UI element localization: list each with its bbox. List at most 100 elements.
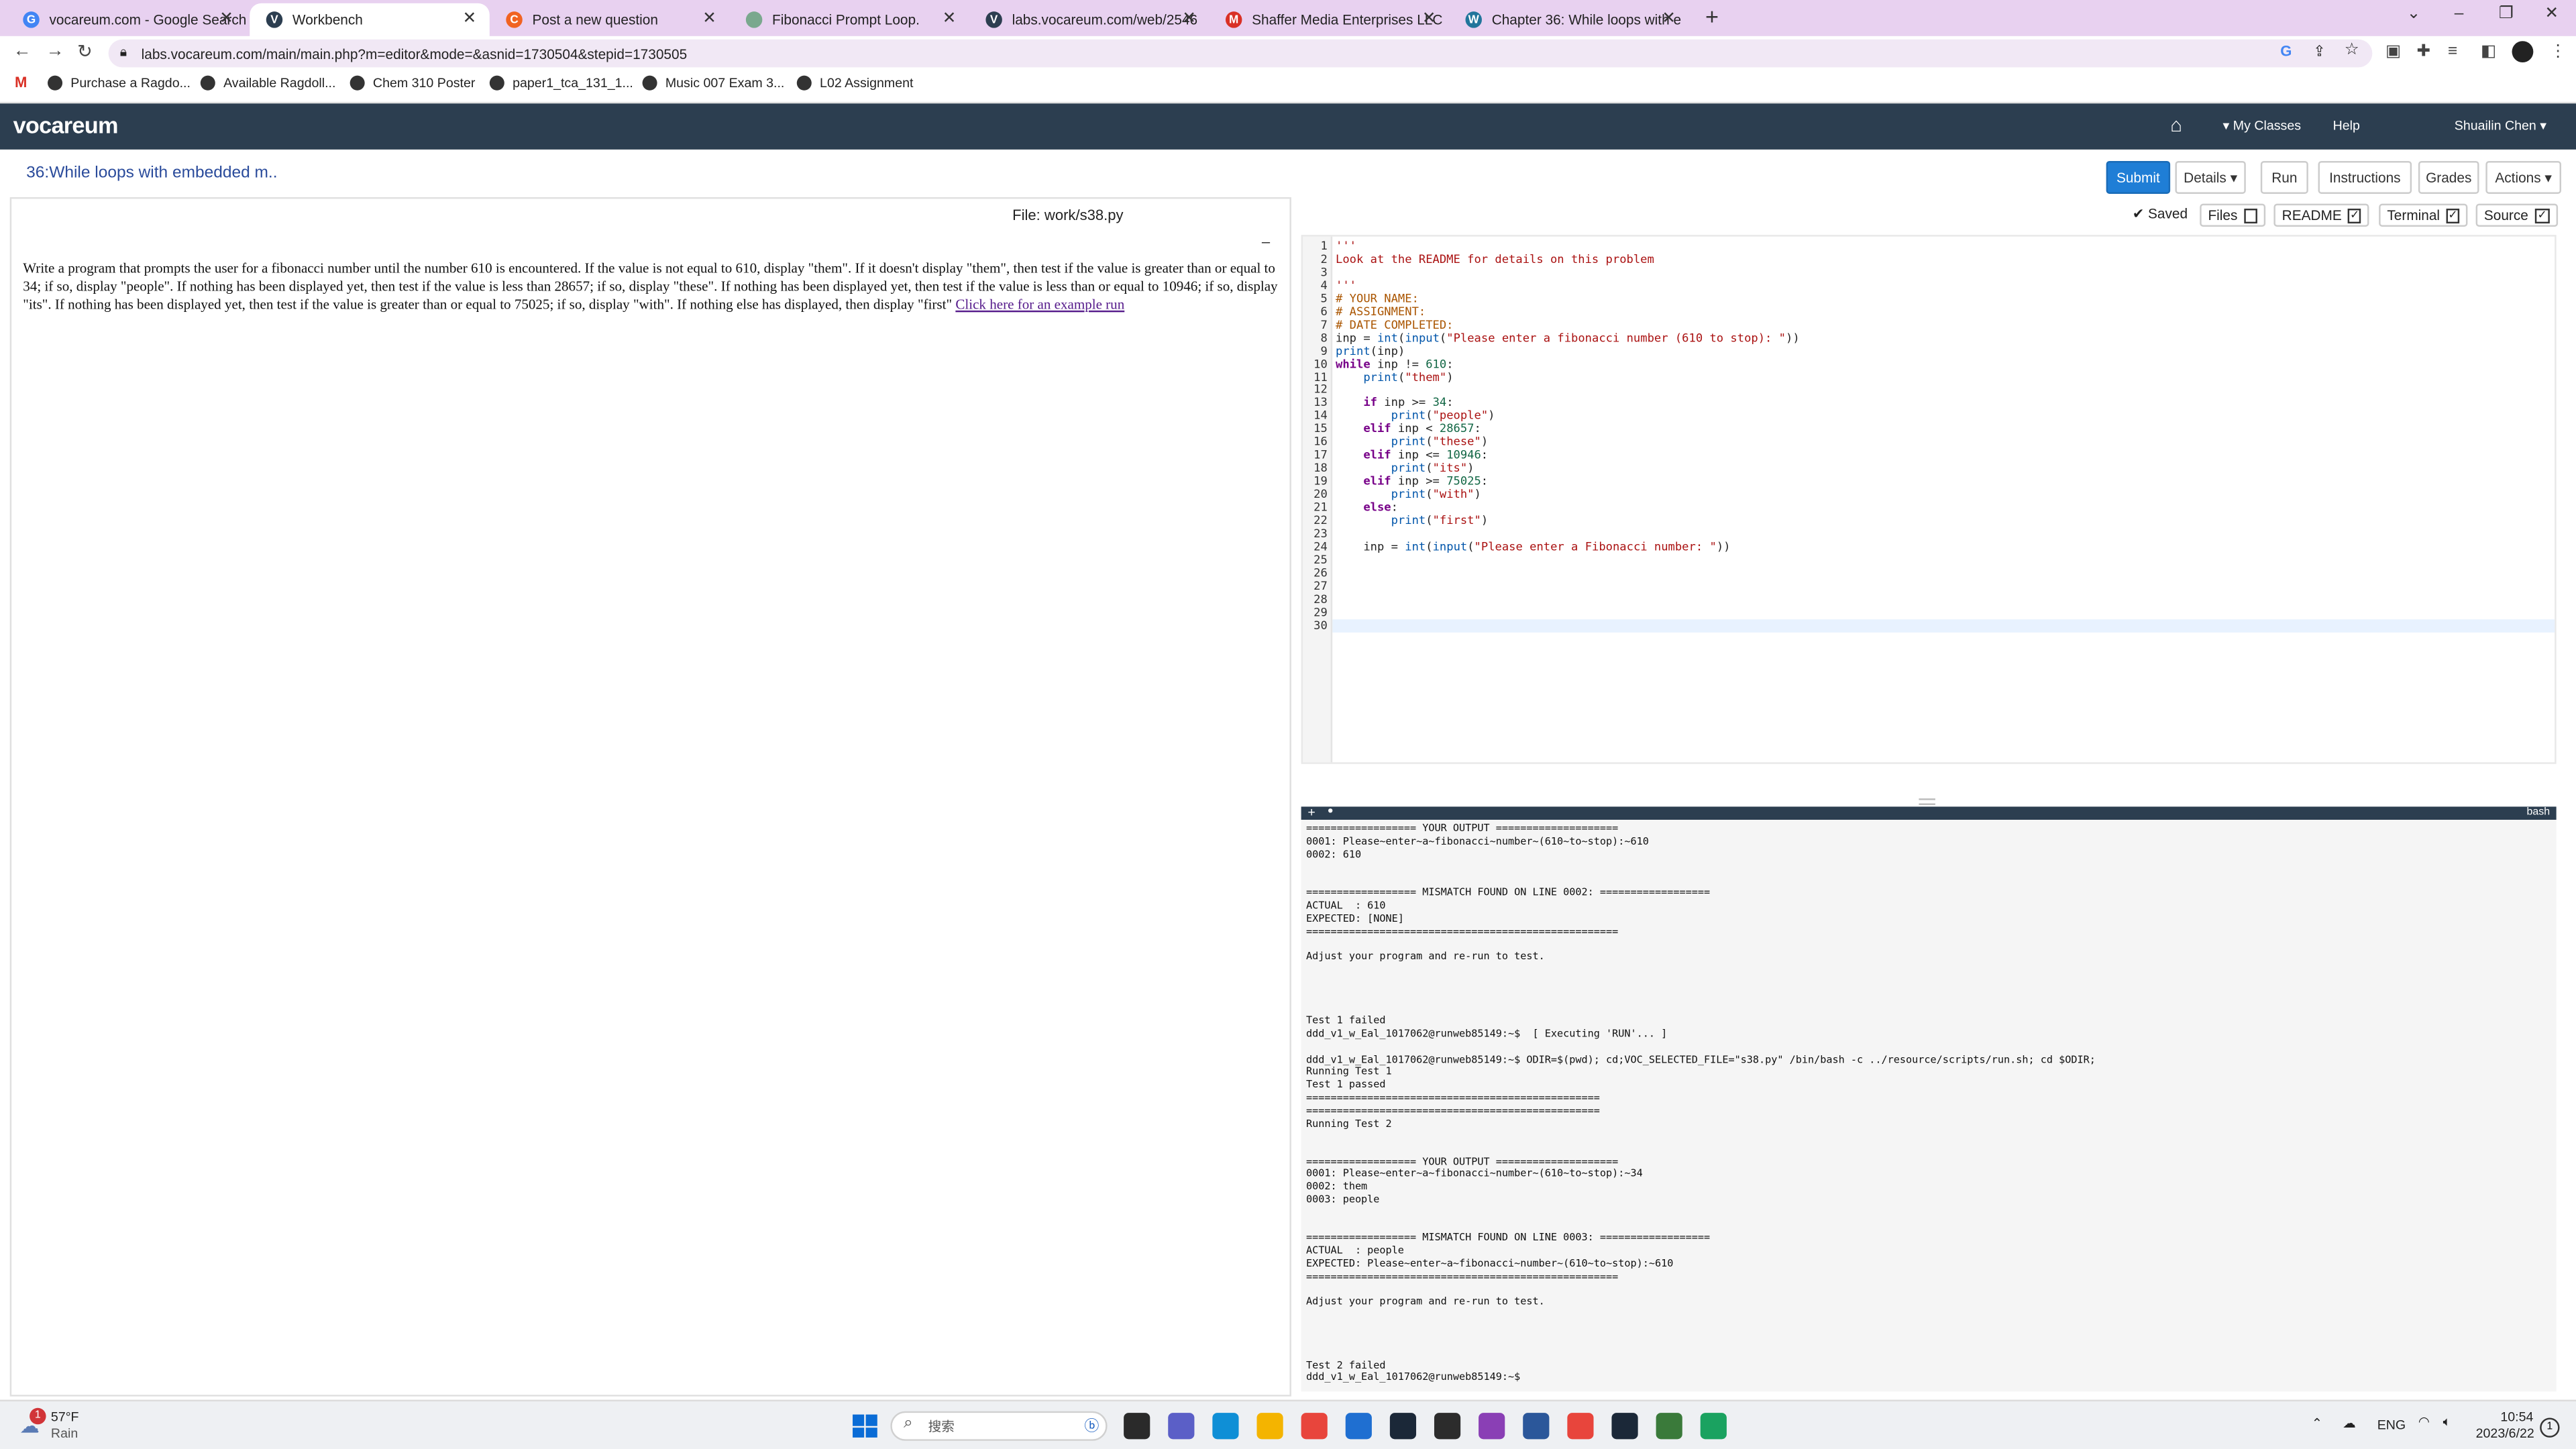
extension-icon[interactable]: ▣ bbox=[2385, 43, 2401, 61]
details-dropdown[interactable]: Details ▾ bbox=[2175, 161, 2246, 194]
language-indicator[interactable]: ENG bbox=[2377, 1417, 2406, 1432]
steam-icon[interactable] bbox=[1389, 1413, 1417, 1440]
store-icon[interactable] bbox=[1345, 1413, 1372, 1440]
my-classes-dropdown[interactable]: ▾ My Classes bbox=[2222, 118, 2301, 133]
volume-icon[interactable]: 🔈︎ bbox=[2443, 1415, 2451, 1431]
terminal-dot-icon[interactable]: ● bbox=[1328, 806, 1334, 816]
notification-badge[interactable]: 1 bbox=[2540, 1417, 2560, 1438]
code-editor[interactable]: 1 2 3 4 5 6 7 8 9 10 11 12 13 14 15 16 17 18 19 20 21 22 23 24 2… bbox=[1301, 235, 2557, 764]
example-run-link[interactable]: Click here for an example run bbox=[955, 296, 1124, 312]
source-toggle[interactable]: Source ✓ bbox=[2475, 203, 2559, 227]
pane-splitter[interactable] bbox=[1919, 798, 1935, 806]
close-tab-icon[interactable]: ✕ bbox=[1662, 10, 1676, 28]
word-icon[interactable] bbox=[1523, 1413, 1550, 1440]
browser-tab[interactable]: Gvocareum.com - Google Search ✕ bbox=[7, 3, 247, 36]
teams-icon[interactable] bbox=[1168, 1413, 1195, 1440]
chrome-icon[interactable] bbox=[1301, 1413, 1328, 1440]
bookmark-item[interactable]: Chem 310 Poster bbox=[350, 75, 475, 91]
close-tab-icon[interactable]: ✕ bbox=[1422, 10, 1436, 28]
chat-app-icon[interactable] bbox=[1700, 1413, 1727, 1440]
steam-alt-icon[interactable] bbox=[1611, 1413, 1638, 1440]
files-toggle[interactable]: Files bbox=[2200, 203, 2266, 227]
browser-tab[interactable]: W Chapter 36: While loops with e ✕ bbox=[1449, 3, 1689, 36]
close-tab-icon[interactable]: ✕ bbox=[463, 10, 477, 28]
maximize-icon[interactable]: ❐ bbox=[2499, 5, 2514, 23]
terminal-toggle[interactable]: Terminal ✓ bbox=[2379, 203, 2468, 227]
edge-icon[interactable] bbox=[1212, 1413, 1239, 1440]
gmail-bookmark-icon[interactable]: M bbox=[15, 74, 27, 90]
network-drive-icon[interactable]: ☁ bbox=[2343, 1416, 2356, 1431]
tray-overflow-icon[interactable]: ⌃ bbox=[2312, 1416, 2322, 1431]
window-close-icon[interactable]: ✕ bbox=[2545, 5, 2559, 23]
close-tab-icon[interactable]: ✕ bbox=[219, 10, 233, 28]
terminal-line: 0001: Please~enter~a~fibonacci~number~(6… bbox=[1305, 836, 1649, 848]
browser-tab[interactable]: V Workbench ✕ bbox=[250, 3, 490, 36]
google-lens-icon[interactable]: G bbox=[2280, 43, 2292, 59]
browser-tab[interactable]: Fibonacci Prompt Loop. ✕ bbox=[729, 3, 969, 36]
submit-button[interactable]: Submit bbox=[2106, 161, 2171, 194]
collapse-button[interactable]: – bbox=[1262, 233, 1270, 250]
taskbar-search-input[interactable]: ⌕ 搜索 ⓑ bbox=[890, 1411, 1108, 1441]
line-number: 28 bbox=[1313, 592, 1328, 606]
browser-tab[interactable]: C Post a new question ✕ bbox=[490, 3, 730, 36]
tab-search-icon[interactable]: ⌄ bbox=[2407, 5, 2421, 23]
bookmark-item[interactable]: paper1_tca_131_1... bbox=[489, 75, 633, 91]
puzzle-icon[interactable]: ✚ bbox=[2416, 43, 2430, 61]
chrome-active-icon[interactable] bbox=[1567, 1413, 1594, 1440]
bookmark-item[interactable]: Purchase a Ragdo... bbox=[48, 75, 191, 91]
bookmark-item[interactable]: Available Ragdoll... bbox=[200, 75, 335, 91]
close-tab-icon[interactable]: ✕ bbox=[943, 10, 957, 28]
browser-menu-icon[interactable]: ⋮ bbox=[2550, 43, 2566, 61]
bookmark-item[interactable]: Music 007 Exam 3... bbox=[642, 75, 784, 91]
bookmark-item[interactable]: L02 Assignment bbox=[796, 75, 913, 91]
bing-icon[interactable]: ⓑ bbox=[1084, 1415, 1099, 1436]
bookmark-icon bbox=[200, 75, 215, 91]
tab-title: Workbench bbox=[292, 11, 363, 28]
help-link[interactable]: Help bbox=[2333, 118, 2360, 133]
readme-toggle[interactable]: README ✓ bbox=[2273, 203, 2369, 227]
instructions-button[interactable]: Instructions bbox=[2318, 161, 2412, 194]
saved-status: ✔ Saved bbox=[2132, 205, 2188, 222]
code-line: ''' bbox=[1336, 278, 1357, 292]
clock-date[interactable]: 2023/6/22 bbox=[2476, 1426, 2534, 1441]
image-app-icon[interactable] bbox=[1656, 1413, 1682, 1440]
url-input[interactable]: 🔒︎ labs.vocareum.com/main/main.php?m=edi… bbox=[108, 39, 2373, 68]
bookmark-star-icon[interactable]: ☆ bbox=[2345, 41, 2359, 59]
media-icon[interactable]: ≡ bbox=[2448, 43, 2457, 61]
new-tab-button[interactable]: + bbox=[1705, 3, 1719, 30]
line-number: 26 bbox=[1313, 566, 1328, 580]
vocareum-logo[interactable]: vocareum bbox=[13, 112, 119, 138]
assignment-title: 36:While loops with embedded m.. bbox=[26, 164, 278, 182]
terminal-line: ddd_v1_w_Eal_1017062@runweb85149:~$ ODIR… bbox=[1305, 1055, 2096, 1067]
windows-start-icon[interactable] bbox=[853, 1414, 877, 1438]
browser-tab[interactable]: Vlabs.vocareum.com/web/2546 ✕ bbox=[969, 3, 1210, 36]
tab-title: Fibonacci Prompt Loop. bbox=[772, 11, 920, 28]
profile-avatar[interactable] bbox=[2512, 41, 2534, 63]
browser-tab[interactable]: M Shaffer Media Enterprises LLC ✕ bbox=[1209, 3, 1449, 36]
code-line: # ASSIGNMENT: bbox=[1336, 305, 1426, 319]
close-tab-icon[interactable]: ✕ bbox=[702, 10, 716, 28]
user-menu[interactable]: Shuailin Chen ▾ bbox=[2455, 118, 2546, 133]
home-icon[interactable]: ⌂ bbox=[2170, 113, 2182, 136]
forward-icon[interactable]: → bbox=[46, 41, 64, 60]
clock-time[interactable]: 10:54 bbox=[2500, 1409, 2533, 1424]
code-line: elif inp < 28657: bbox=[1363, 423, 1481, 436]
terminal-output[interactable]: ================== YOUR OUTPUT =========… bbox=[1301, 820, 2557, 1392]
wifi-icon[interactable]: ◠ bbox=[2418, 1415, 2430, 1430]
close-tab-icon[interactable]: ✕ bbox=[1182, 10, 1196, 28]
line-number: 2 bbox=[1320, 252, 1328, 266]
file-explorer-icon[interactable] bbox=[1124, 1413, 1150, 1440]
side-panel-icon[interactable]: ◧ bbox=[2481, 43, 2496, 61]
run-button[interactable]: Run bbox=[2260, 161, 2308, 194]
share-icon[interactable]: ⇪ bbox=[2313, 43, 2325, 61]
grades-button[interactable]: Grades bbox=[2418, 161, 2479, 194]
line-number: 4 bbox=[1320, 278, 1328, 292]
terminal-icon[interactable] bbox=[1479, 1413, 1505, 1440]
actions-dropdown[interactable]: Actions ▾ bbox=[2485, 161, 2561, 194]
reload-icon[interactable]: ↻ bbox=[77, 41, 93, 62]
back-icon[interactable]: ← bbox=[13, 41, 32, 60]
app-icon[interactable] bbox=[1434, 1413, 1461, 1440]
minimize-icon[interactable]: – bbox=[2455, 5, 2464, 23]
add-terminal-icon[interactable]: + bbox=[1307, 805, 1315, 820]
folder-icon[interactable] bbox=[1256, 1413, 1283, 1440]
